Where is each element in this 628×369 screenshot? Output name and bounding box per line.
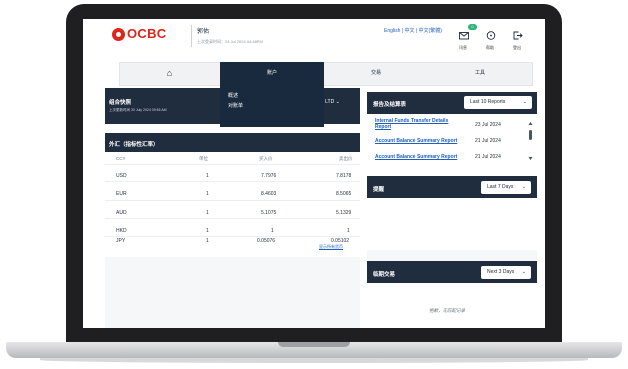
header-divider <box>191 25 192 47</box>
chevron-down-icon: ⌄ <box>521 269 526 275</box>
reports-range-select[interactable]: Last 10 Reports ⌄ <box>464 96 532 109</box>
fx-col-sell: 卖出价 <box>339 156 353 161</box>
reports-scrollbar[interactable] <box>528 121 533 161</box>
upcoming-body <box>367 283 537 328</box>
laptop-notch <box>278 342 350 347</box>
logout-button[interactable]: 登出 <box>513 27 523 51</box>
fx-col-ccy: CCY <box>116 156 126 161</box>
fx-buy: 8.4603 <box>261 191 277 197</box>
lower-left-panel <box>105 257 360 328</box>
portfolio-updated: 上次更新时间 30 July 2024 09:56 AM <box>109 108 167 112</box>
user-name: 郭佑 <box>197 29 210 35</box>
report-date: 21 Jul 2024 <box>475 138 501 144</box>
dropdown-item-statements[interactable]: 对账单 <box>228 102 243 109</box>
report-link[interactable]: Account Balance Summary Report <box>375 138 457 144</box>
fx-unit: 1 <box>206 191 209 197</box>
fx-sell: 5.1329 <box>336 210 352 216</box>
reports-range-value: Last 10 Reports <box>470 99 506 105</box>
fx-sell: 7.8178 <box>336 173 352 179</box>
fx-title: 外汇（指标性汇率） <box>109 142 159 148</box>
mail-button[interactable]: 讯息 <box>459 27 469 51</box>
help-icon <box>486 31 496 40</box>
chevron-down-icon: ⌄ <box>522 99 527 105</box>
fx-ccy: JPY <box>116 238 126 244</box>
portfolio-title: 组合快照 <box>109 100 132 106</box>
chevron-down-icon: ⌄ <box>335 99 340 105</box>
fx-table <box>105 152 360 252</box>
fx-ccy: USD <box>116 173 127 179</box>
home-icon: ⌂ <box>166 68 173 78</box>
alerts-title: 提醒 <box>373 187 385 193</box>
fx-ccy: EUR <box>116 191 127 197</box>
fx-sell: 8.5065 <box>336 191 352 197</box>
upcoming-empty-state: 抱歉，无匹配记录 <box>429 308 465 313</box>
logout-label: 登出 <box>513 45 521 50</box>
alerts-body <box>367 198 537 250</box>
fx-unit: 1 <box>206 228 209 234</box>
report-link[interactable]: Account Balance Summary Report <box>375 154 457 160</box>
dropdown-item-overview[interactable]: 概述 <box>228 92 238 99</box>
upcoming-title: 临期交易 <box>373 272 396 278</box>
fx-buy: 5.1075 <box>261 210 277 216</box>
mail-icon <box>459 32 469 40</box>
logout-icon <box>513 31 523 40</box>
alerts-range-select[interactable]: Last 7 Days ⌄ <box>481 181 531 194</box>
fx-unit: 1 <box>206 173 209 179</box>
chevron-down-icon: ⌄ <box>521 184 526 190</box>
fx-buy: 7.7976 <box>261 173 277 179</box>
report-date: 23 Jul 2024 <box>475 122 501 128</box>
nav-transactions[interactable]: 交易 <box>324 62 428 84</box>
fx-sell: 1 <box>347 228 350 234</box>
table-row <box>105 190 360 201</box>
brand-logo-text: OCBC <box>127 26 167 41</box>
fx-ccy: HKD <box>116 228 127 234</box>
report-date: 21 Jul 2024 <box>475 154 501 160</box>
help-label: 帮助 <box>486 45 494 50</box>
reports-title: 报告及结算表 <box>373 102 407 108</box>
fx-unit: 1 <box>206 210 209 216</box>
fx-col-buy: 买入价 <box>259 156 273 161</box>
nav-home[interactable]: ⌂ <box>119 62 220 84</box>
language-switcher[interactable]: English | 中文 | 中文(繁體) <box>384 27 442 34</box>
fx-buy: 0.05076 <box>257 238 276 244</box>
fx-unit: 1 <box>206 238 209 244</box>
nav-tools[interactable]: 工具 <box>428 62 532 84</box>
table-row <box>105 226 360 237</box>
upcoming-range-value: Next 3 Days <box>487 269 515 275</box>
table-row <box>105 171 360 182</box>
last-login-time: 上次登录时间：24 Jul 2024 04:48PM <box>197 39 263 44</box>
unread-badge: 0 <box>468 24 477 30</box>
fx-header-row <box>105 154 360 165</box>
help-button[interactable]: 帮助 <box>486 27 496 51</box>
mail-label: 讯息 <box>459 45 467 50</box>
fx-ccy: AUD <box>116 210 127 216</box>
alerts-range-value: Last 7 Days <box>487 184 514 190</box>
table-row <box>105 208 360 219</box>
nav-accounts[interactable]: 账户 <box>220 62 324 84</box>
laptop-screen: OCBC 郭佑 上次登录时间：24 Jul 2024 04:48PM Engli… <box>83 19 545 328</box>
ocbc-logo-icon <box>112 28 125 41</box>
report-link[interactable]: Internal Funds Transfer Details Report <box>375 118 463 130</box>
fx-col-unit: 单位 <box>199 156 208 161</box>
fx-buy: 1 <box>271 228 274 234</box>
upcoming-range-select[interactable]: Next 3 Days ⌄ <box>481 266 531 279</box>
show-all-currencies-link[interactable]: 显示所有货币 <box>319 244 343 250</box>
